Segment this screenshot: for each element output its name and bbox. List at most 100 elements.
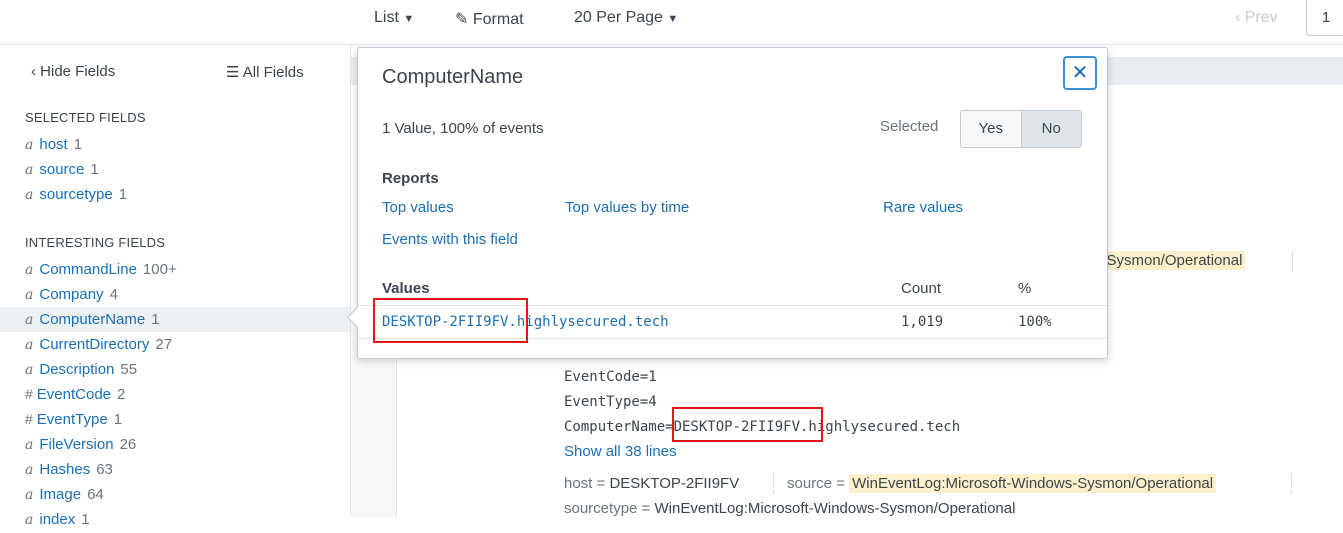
selected-fields-heading: SELECTED FIELDS bbox=[25, 110, 146, 125]
host-value[interactable]: DESKTOP-2FII9FV bbox=[609, 475, 739, 492]
field-count: 1 bbox=[73, 136, 83, 153]
list-icon: ☰ bbox=[226, 64, 240, 81]
list-label: List bbox=[374, 9, 399, 26]
selected-no-button[interactable]: No bbox=[1021, 111, 1081, 147]
field-name: EventType bbox=[36, 411, 108, 428]
field-item-computername[interactable]: a ComputerName 1 bbox=[0, 307, 350, 332]
value-link[interactable]: DESKTOP-2FII9FV.highlysecured.tech bbox=[382, 314, 669, 330]
field-count: 100+ bbox=[142, 261, 177, 278]
source-value[interactable]: WinEventLog:Microsoft-Windows-Sysmon/Ope… bbox=[849, 474, 1217, 493]
popup-title: ComputerName bbox=[382, 66, 524, 88]
field-item-sourcetype[interactable]: a sourcetype 1 bbox=[0, 182, 350, 207]
field-name: source bbox=[39, 161, 85, 178]
field-item-currentdirectory[interactable]: a CurrentDirectory 27 bbox=[0, 332, 350, 357]
field-name: Hashes bbox=[39, 461, 91, 478]
field-count: 64 bbox=[87, 486, 104, 503]
string-type-icon: a bbox=[25, 287, 34, 303]
sourcetype-key: sourcetype = bbox=[564, 500, 651, 517]
field-item-commandline[interactable]: a CommandLine 100+ bbox=[0, 257, 350, 282]
string-type-icon: a bbox=[25, 137, 34, 153]
field-count: 2 bbox=[117, 386, 126, 403]
all-fields-button[interactable]: ☰ All Fields bbox=[226, 63, 304, 81]
field-name: Image bbox=[39, 486, 82, 503]
sourcetype-value[interactable]: WinEventLog:Microsoft-Windows-Sysmon/Ope… bbox=[654, 500, 1015, 517]
source-field[interactable]: source = WinEventLog:Microsoft-Windows-S… bbox=[787, 474, 1217, 493]
value-percent: 100% bbox=[1018, 314, 1052, 330]
value-count: 1,019 bbox=[901, 314, 944, 330]
reports-heading: Reports bbox=[382, 170, 439, 187]
close-icon[interactable]: ✕ bbox=[1063, 56, 1097, 90]
hide-fields-button[interactable]: ‹ Hide Fields bbox=[31, 63, 115, 80]
field-count: 27 bbox=[155, 336, 173, 353]
string-type-icon: a bbox=[25, 512, 34, 528]
field-item-host[interactable]: a host 1 bbox=[0, 132, 350, 157]
separator bbox=[773, 474, 774, 494]
per-page-dropdown[interactable]: 20 Per Page ▼ bbox=[574, 9, 678, 27]
caret-down-icon: ▼ bbox=[403, 13, 415, 25]
string-type-icon: a bbox=[25, 337, 34, 353]
field-count: 4 bbox=[109, 286, 118, 303]
show-all-lines-link[interactable]: Show all 38 lines bbox=[564, 443, 677, 460]
field-count: 1 bbox=[151, 311, 160, 328]
field-count: 1 bbox=[118, 186, 128, 203]
field-item-hashes[interactable]: a Hashes 63 bbox=[0, 457, 350, 482]
list-view-dropdown[interactable]: List ▼ bbox=[374, 9, 414, 27]
page-1-button[interactable]: 1 bbox=[1306, 0, 1343, 36]
numeric-type-icon: # bbox=[25, 411, 33, 427]
field-count: 1 bbox=[113, 411, 123, 428]
pencil-icon: ✎ bbox=[455, 11, 469, 28]
percent-column-header: % bbox=[1018, 280, 1032, 297]
selected-toggle[interactable]: Yes No bbox=[960, 110, 1082, 148]
source-value-fragment[interactable]: s-Sysmon/Operational bbox=[1091, 251, 1246, 270]
top-values-link[interactable]: Top values bbox=[382, 199, 454, 216]
string-type-icon: a bbox=[25, 312, 34, 328]
field-name: ComputerName bbox=[39, 311, 146, 328]
field-item-fileversion[interactable]: a FileVersion 26 bbox=[0, 432, 350, 457]
field-name: Description bbox=[39, 361, 115, 378]
selected-yes-button[interactable]: Yes bbox=[961, 111, 1022, 147]
all-fields-label: All Fields bbox=[242, 64, 304, 81]
string-type-icon: a bbox=[25, 262, 34, 278]
string-type-icon: a bbox=[25, 437, 34, 453]
field-item-eventcode[interactable]: # EventCode 2 bbox=[0, 382, 350, 407]
selected-label: Selected bbox=[880, 118, 939, 135]
string-type-icon: a bbox=[25, 462, 34, 478]
value-row[interactable]: DESKTOP-2FII9FV.highlysecured.tech 1,019… bbox=[358, 305, 1107, 339]
separator bbox=[1292, 252, 1293, 272]
field-count: 63 bbox=[96, 461, 113, 478]
field-item-eventtype[interactable]: # EventType 1 bbox=[0, 407, 350, 432]
host-key: host = bbox=[564, 475, 606, 492]
popup-summary: 1 Value, 100% of events bbox=[382, 120, 544, 137]
field-item-index[interactable]: a index 1 bbox=[0, 507, 350, 532]
format-button[interactable]: ✎ Format bbox=[455, 9, 524, 29]
values-column-header: Values bbox=[382, 280, 430, 297]
string-type-icon: a bbox=[25, 162, 34, 178]
prev-page-button[interactable]: ‹ Prev bbox=[1235, 9, 1278, 27]
string-type-icon: a bbox=[25, 187, 34, 203]
field-count: 1 bbox=[90, 161, 99, 178]
events-with-field-link[interactable]: Events with this field bbox=[382, 231, 518, 248]
field-name: CommandLine bbox=[39, 261, 137, 278]
string-type-icon: a bbox=[25, 487, 34, 503]
field-count: 26 bbox=[119, 436, 137, 453]
source-key: source = bbox=[787, 475, 845, 492]
top-values-by-time-link[interactable]: Top values by time bbox=[565, 199, 689, 216]
field-item-image[interactable]: a Image 64 bbox=[0, 482, 350, 507]
field-name: sourcetype bbox=[39, 186, 113, 203]
sourcetype-field[interactable]: sourcetype = WinEventLog:Microsoft-Windo… bbox=[564, 500, 1015, 517]
field-item-source[interactable]: a source 1 bbox=[0, 157, 350, 182]
per-page-label: 20 Per Page bbox=[574, 9, 663, 26]
field-item-description[interactable]: a Description 55 bbox=[0, 357, 350, 382]
field-count: 1 bbox=[81, 511, 90, 528]
field-item-company[interactable]: a Company 4 bbox=[0, 282, 350, 307]
field-name: CurrentDirectory bbox=[39, 336, 150, 353]
event-line-computername: ComputerName=DESKTOP-2FII9FV.highlysecur… bbox=[564, 419, 961, 435]
event-line-eventcode: EventCode=1 bbox=[564, 369, 657, 385]
caret-down-icon: ▼ bbox=[667, 13, 679, 25]
rare-values-link[interactable]: Rare values bbox=[883, 199, 963, 216]
numeric-type-icon: # bbox=[25, 386, 33, 402]
host-field[interactable]: host = DESKTOP-2FII9FV bbox=[564, 475, 739, 492]
field-name: EventCode bbox=[36, 386, 112, 403]
field-name: FileVersion bbox=[39, 436, 114, 453]
results-toolbar: List ▼ ✎ Format 20 Per Page ▼ ‹ Prev 1 bbox=[0, 0, 1343, 45]
